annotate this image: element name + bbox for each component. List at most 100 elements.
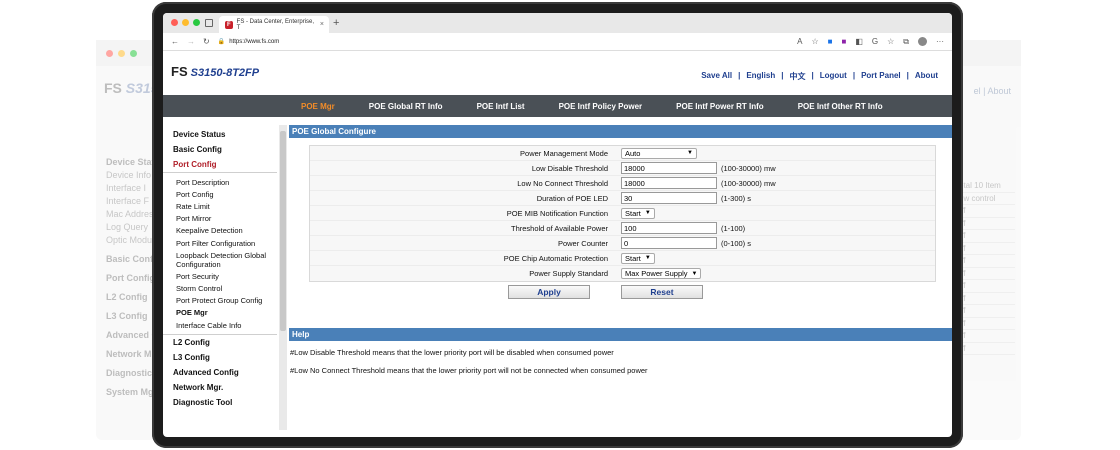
sidebar-subitem-port-security[interactable]: Port Security — [163, 270, 287, 282]
low-disable-threshold-input[interactable] — [621, 162, 717, 174]
field-hint: (0-100) s — [721, 238, 752, 248]
sidebar-subitem-poe-mgr[interactable]: POE Mgr — [163, 307, 287, 319]
switch-admin-page: FS S3150-8T2FP Save All | English | 中文 | Log… — [163, 51, 952, 437]
sidebar-subitem-keepalive-detection[interactable]: Keepalive Detection — [163, 225, 287, 237]
sidebar-item-advanced-config[interactable]: Advanced Config — [163, 365, 287, 380]
tab-actions-icon[interactable] — [205, 19, 213, 27]
sidebar-subitem-port-protect-group[interactable]: Port Protect Group Config — [163, 295, 287, 307]
sidebar-item-diagnostic-tool[interactable]: Diagnostic Tool — [163, 395, 287, 410]
logout-link[interactable]: Logout — [820, 71, 847, 82]
read-aloud-icon[interactable]: A — [797, 37, 802, 46]
sidebar-subitem-port-description[interactable]: Port Description — [163, 176, 287, 188]
about-link[interactable]: About — [915, 71, 938, 82]
browser-tab[interactable]: F FS - Data Center, Enterprise, T × — [219, 16, 329, 33]
apply-button[interactable]: Apply — [508, 285, 590, 299]
address-text: https://www.fs.com — [229, 38, 280, 45]
sidebar-item-l3-config[interactable]: L3 Config — [163, 350, 287, 365]
tablet-frame: F FS - Data Center, Enterprise, T × + ← … — [152, 2, 963, 448]
power-counter-input[interactable] — [621, 237, 717, 249]
form-row: Threshold of Available Power (1-100) — [310, 221, 935, 236]
field-label: Power Management Mode — [520, 148, 608, 158]
tab-poe-intf-policy-power[interactable]: POE Intf Policy Power — [559, 102, 643, 111]
maximize-window-icon[interactable] — [193, 19, 200, 26]
save-all-link[interactable]: Save All — [701, 71, 732, 82]
help-text: #Low Disable Threshold means that the lo… — [290, 348, 952, 375]
power-management-mode-select[interactable]: Auto ▼ — [621, 147, 697, 159]
collections-icon[interactable]: ☆ — [887, 37, 894, 46]
sidebar-subitem-port-filter[interactable]: Port Filter Configuration — [163, 237, 287, 249]
favorite-star-icon[interactable]: ☆ — [811, 37, 818, 46]
background-links: el | About — [973, 86, 1011, 96]
sidebar-item-network-mgr[interactable]: Network Mgr. — [163, 380, 287, 395]
form-row: Low No Connect Threshold (100-30000) mw — [310, 176, 935, 191]
poe-chip-protection-select[interactable]: Start ▼ — [621, 252, 655, 264]
sidebar-item-port-config[interactable]: Port Config — [163, 157, 287, 172]
sidebar-item-basic-config[interactable]: Basic Config — [163, 142, 287, 157]
english-link[interactable]: English — [746, 71, 775, 82]
new-tab-icon[interactable]: + — [333, 17, 339, 29]
chevron-down-icon: ▼ — [644, 210, 651, 216]
close-window-icon[interactable] — [171, 19, 178, 26]
sidebar-item-l2-config[interactable]: L2 Config — [163, 335, 287, 350]
sidebar-scrollbar[interactable] — [279, 125, 287, 430]
page-header: FS S3150-8T2FP Save All | English | 中文 | Log… — [163, 51, 952, 95]
threshold-available-power-input[interactable] — [621, 222, 717, 234]
port-panel-link[interactable]: Port Panel — [861, 71, 901, 82]
tablet-screen: F FS - Data Center, Enterprise, T × + ← … — [163, 13, 952, 437]
help-line: #Low Disable Threshold means that the lo… — [290, 348, 614, 357]
address-bar[interactable]: 🔒 https://www.fs.com — [218, 35, 280, 48]
lock-icon: 🔒 — [217, 39, 226, 45]
extension-icon[interactable]: ■ — [828, 37, 833, 46]
help-title: Help — [289, 328, 952, 341]
tab-title: FS - Data Center, Enterprise, T — [236, 18, 315, 31]
chinese-link[interactable]: 中文 — [789, 71, 805, 82]
form-row: Power Management Mode Auto ▼ — [310, 146, 935, 161]
field-hint: (1-300) s — [721, 193, 752, 203]
tab-poe-intf-other-rt-info[interactable]: POE Intf Other RT Info — [798, 102, 883, 111]
extension3-icon[interactable]: ◧ — [855, 37, 863, 46]
sidebar-subitem-interface-cable-info[interactable]: Interface Cable Info — [163, 319, 287, 331]
chevron-down-icon: ▼ — [691, 270, 698, 277]
help-line: #Low No Connect Threshold means that the… — [290, 366, 648, 375]
field-label: Power Supply Standard — [529, 269, 608, 278]
form-row: POE MIB Notification Function Start ▼ — [310, 206, 935, 221]
form-row: Duration of POE LED (1-300) s — [310, 191, 935, 206]
sidebar-subitem-port-mirror[interactable]: Port Mirror — [163, 213, 287, 225]
field-hint: (100-30000) mw — [721, 178, 776, 188]
tabs-icon[interactable]: ⧉ — [903, 37, 909, 47]
tab-poe-global-rt-info[interactable]: POE Global RT Info — [369, 102, 443, 111]
reset-button[interactable]: Reset — [621, 285, 703, 299]
sidebar-subitem-storm-control[interactable]: Storm Control — [163, 283, 287, 295]
poe-global-form: Power Management Mode Auto ▼ Low Disable … — [309, 145, 936, 282]
duration-poe-led-input[interactable] — [621, 192, 717, 204]
low-no-connect-threshold-input[interactable] — [621, 177, 717, 189]
maximize-dot-icon — [130, 49, 137, 57]
sidebar-subitem-rate-limit[interactable]: Rate Limit — [163, 200, 287, 212]
field-label: Duration of POE LED — [536, 193, 608, 203]
tab-poe-intf-power-rt-info[interactable]: POE Intf Power RT Info — [676, 102, 764, 111]
sidebar: Device Status Basic Config Port Config P… — [163, 125, 287, 430]
form-row: Power Supply Standard Max Power Supply ▼ — [310, 266, 935, 281]
scrollbar-thumb[interactable] — [280, 131, 286, 331]
profile-avatar-icon[interactable] — [918, 37, 927, 46]
sidebar-subitem-loopback-detection[interactable]: Loopback Detection Global Configuration — [163, 249, 287, 270]
form-buttons: Apply Reset — [508, 285, 952, 299]
minimize-window-icon[interactable] — [182, 19, 189, 26]
extension4-icon[interactable]: G — [872, 37, 878, 46]
power-supply-standard-select[interactable]: Max Power Supply ▼ — [621, 268, 702, 279]
sidebar-item-device-status[interactable]: Device Status — [163, 127, 287, 142]
model-name: S3150-8T2FP — [190, 67, 260, 79]
background-table-column: Total 10 Item flow control Off Off Off O… — [955, 180, 1015, 355]
forward-arrow-icon[interactable]: → — [187, 37, 195, 46]
reload-icon[interactable]: ↻ — [203, 37, 210, 46]
poe-mib-notification-select[interactable]: Start ▼ — [621, 207, 655, 219]
tab-poe-intf-list[interactable]: POE Intf List — [477, 102, 525, 111]
form-row: POE Chip Automatic Protection Start ▼ — [310, 251, 935, 266]
more-menu-icon[interactable]: ··· — [936, 37, 944, 46]
tab-poe-mgr[interactable]: POE Mgr — [301, 102, 335, 111]
tab-close-icon[interactable]: × — [320, 21, 324, 28]
form-row: Low Disable Threshold (100-30000) mw — [310, 161, 935, 176]
extension2-icon[interactable]: ■ — [841, 37, 846, 46]
sidebar-subitem-port-config[interactable]: Port Config — [163, 188, 287, 200]
back-arrow-icon[interactable]: ← — [171, 37, 179, 46]
